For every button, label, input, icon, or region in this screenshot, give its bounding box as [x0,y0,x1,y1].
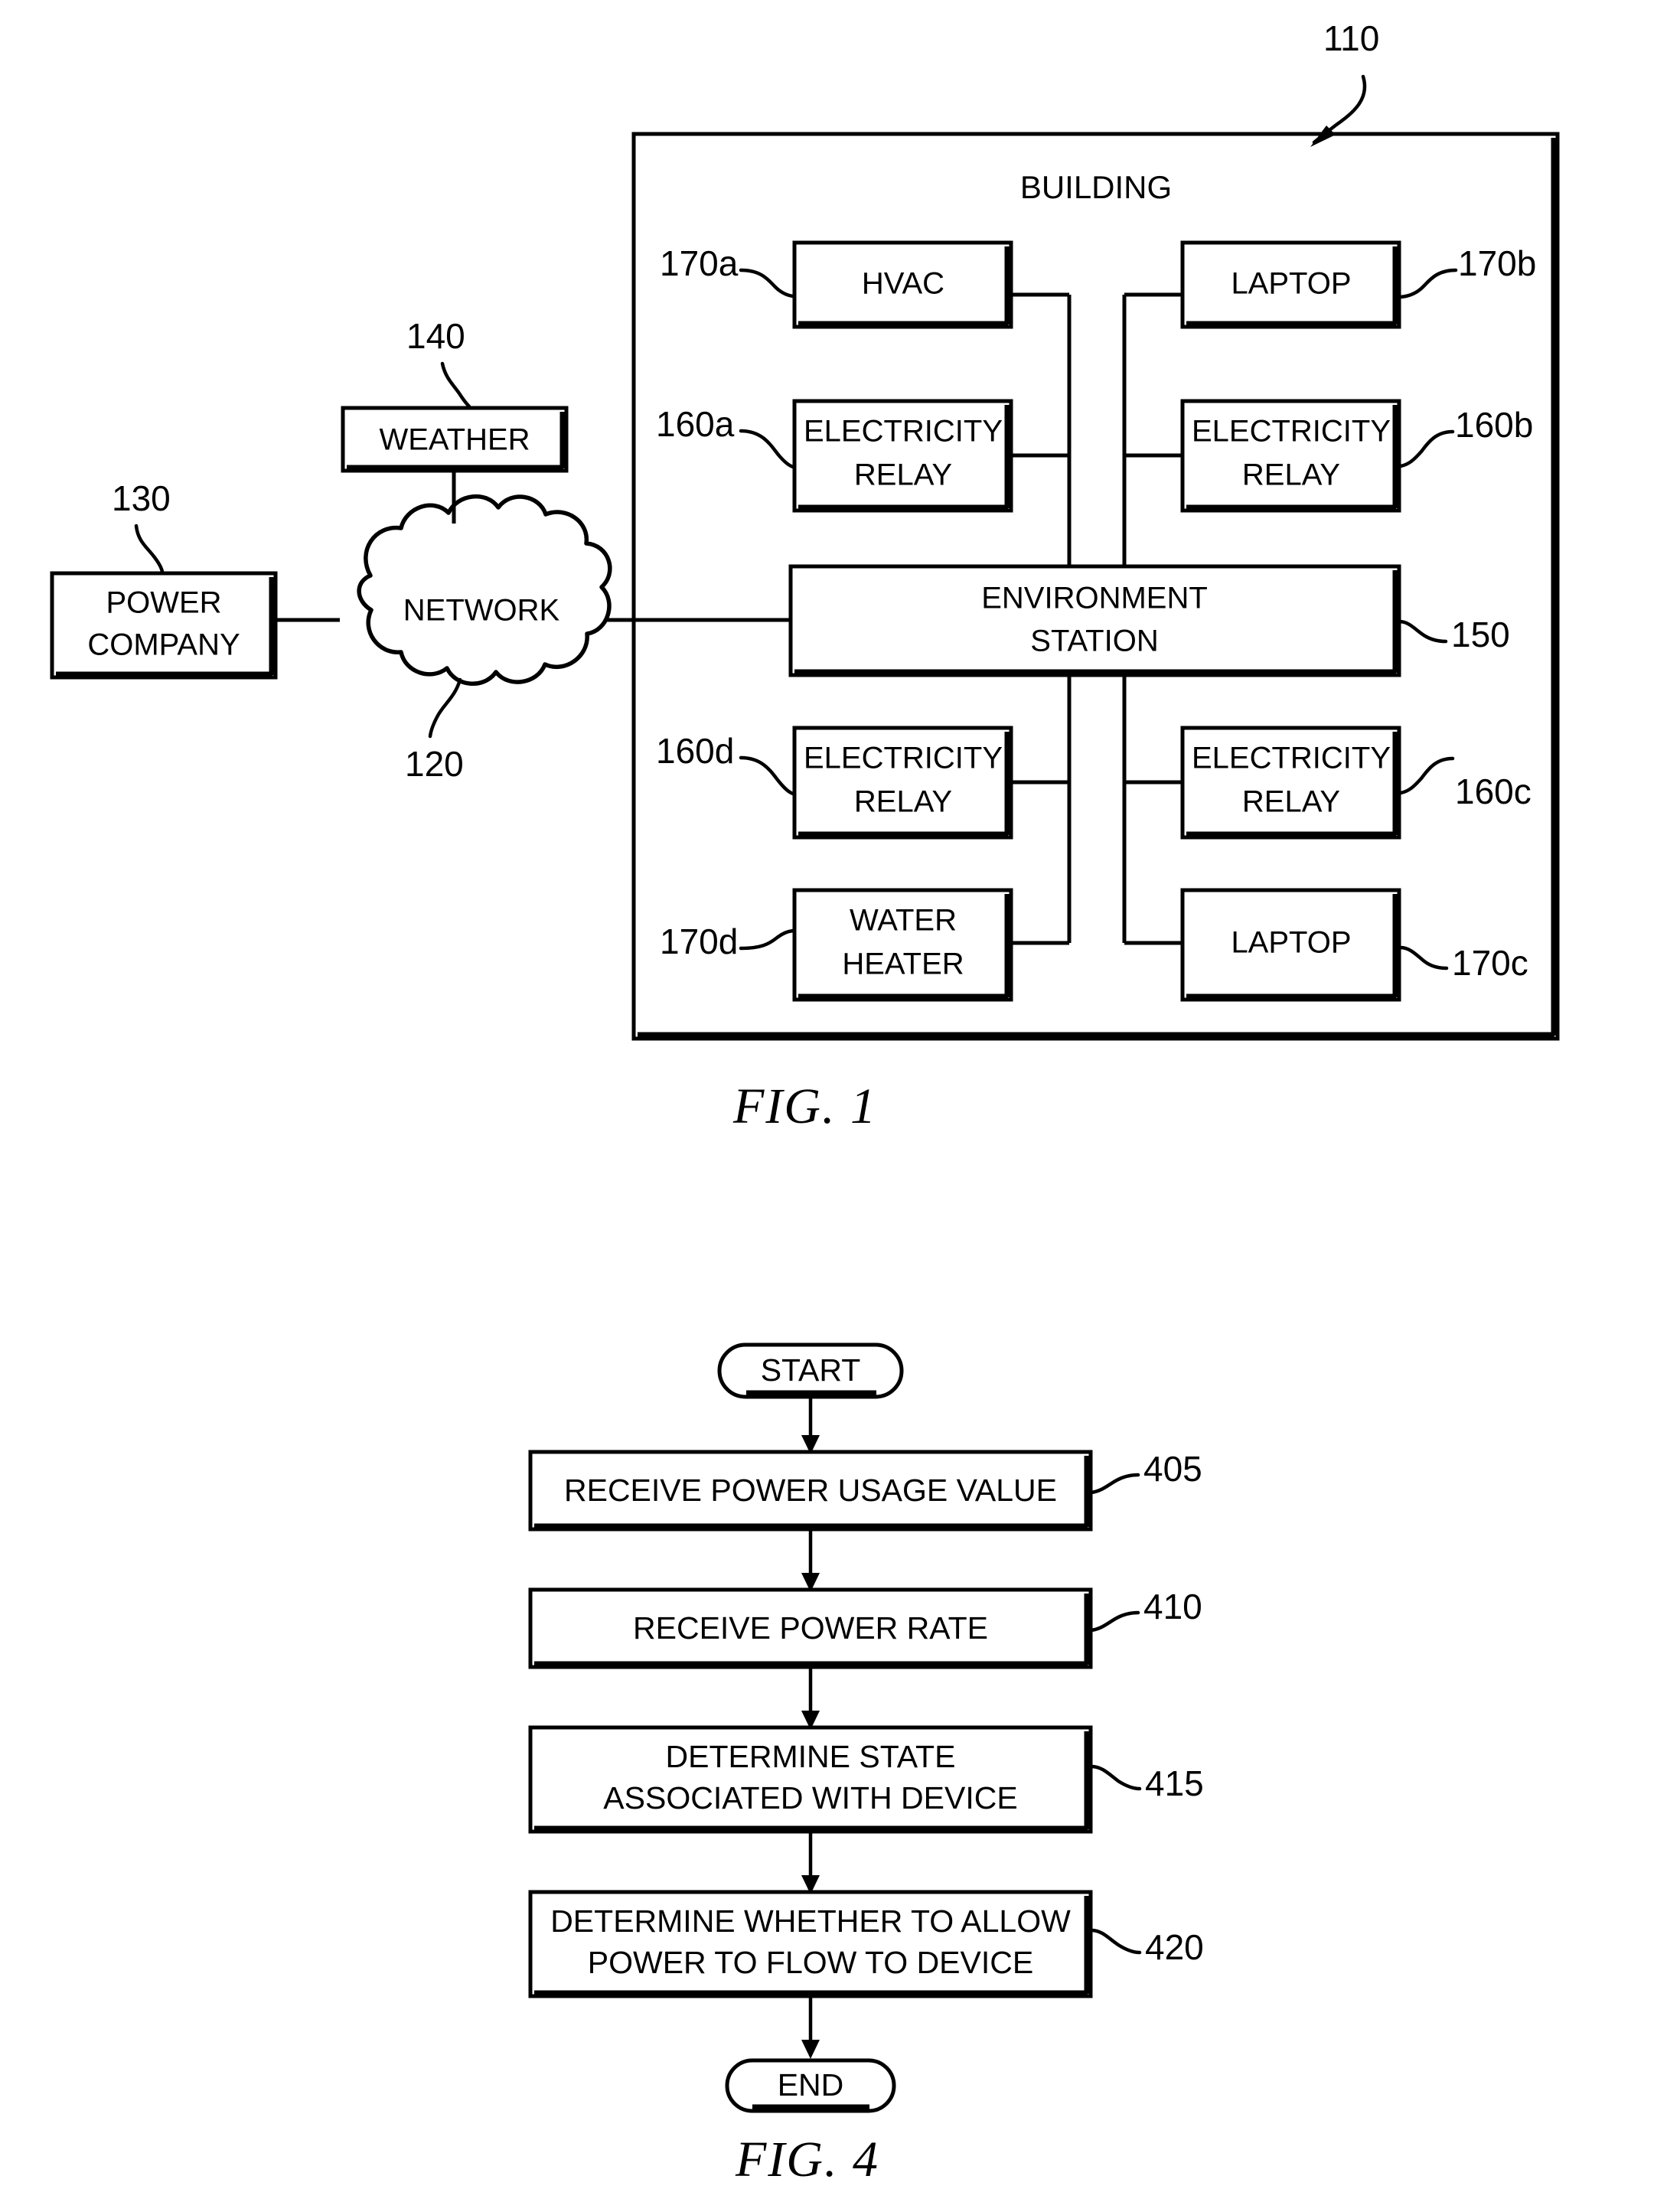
node-relay-a: ELECTRICITY RELAY [792,399,1013,513]
ref-140-leader [440,361,471,409]
ref-120-leader [428,677,462,739]
ref-160d-label: 160d [656,731,734,771]
ref-120-label: 120 [405,744,464,784]
node-power-company-label-1: POWER [106,586,221,620]
node-power-company-label-2: COMPANY [87,628,240,662]
flow-step-420-line2: POWER TO FLOW TO DEVICE [588,1945,1033,1980]
node-relay-d-label-2: RELAY [854,785,952,819]
node-environment-station-label-1: ENVIRONMENT [981,582,1208,615]
flow-step-420: DETERMINE WHETHER TO ALLOW POWER TO FLOW… [528,1890,1093,1998]
node-relay-c-label-1: ELECTRICITY [1192,742,1391,775]
node-hvac-label: HVAC [862,267,944,301]
ref-170b-label: 170b [1458,243,1536,283]
node-weather: WEATHER [341,406,569,473]
ref-415-label: 415 [1145,1763,1204,1803]
ref-420-leader [1089,1928,1142,1955]
flow-step-420-line1: DETERMINE WHETHER TO ALLOW [550,1904,1071,1939]
node-relay-c: ELECTRICITY RELAY [1180,726,1401,840]
node-relay-d-label-1: ELECTRICITY [804,742,1003,775]
node-environment-station-label-2: STATION [1030,625,1158,658]
node-laptop-c: LAPTOP [1180,888,1401,1002]
node-environment-station: ENVIRONMENT STATION [788,564,1401,677]
ref-160c-label: 160c [1455,772,1532,811]
ref-405-label: 405 [1143,1449,1202,1489]
flow-step-415-line1: DETERMINE STATE [666,1739,956,1774]
node-laptop-b: LAPTOP [1180,240,1401,329]
flow-step-405-line1: RECEIVE POWER USAGE VALUE [564,1473,1057,1508]
ref-410-leader [1089,1610,1140,1633]
node-laptop-b-label: LAPTOP [1231,267,1351,301]
node-water-heater-label-2: HEATER [842,948,964,981]
node-network-cloud: NETWORK [357,494,612,686]
flow-arrow-410-to-415 [801,1667,820,1730]
node-relay-a-label-2: RELAY [854,458,952,492]
flow-step-410-line1: RECEIVE POWER RATE [633,1610,988,1646]
flow-arrow-415-to-420 [801,1832,820,1894]
node-laptop-c-label: LAPTOP [1231,926,1351,960]
flow-arrow-start-to-405 [801,1397,820,1454]
figure-1-caption: FIG. 1 [732,1078,877,1134]
ref-140-label: 140 [406,316,465,356]
ref-160a-label: 160a [656,404,735,444]
ref-170a-label: 170a [660,243,739,283]
flow-step-415-line2: ASSOCIATED WITH DEVICE [603,1780,1017,1815]
node-relay-b: ELECTRICITY RELAY [1180,399,1401,513]
node-relay-a-label-1: ELECTRICITY [804,415,1003,449]
flow-start-label: START [761,1352,861,1388]
node-water-heater-label-1: WATER [850,904,957,938]
ref-170d-label: 170d [660,922,738,961]
ref-130-leader [134,524,165,574]
figure-1-group: BUILDING 110 HVAC 170a LAPTOP 170b ELECT… [50,18,1560,1134]
ref-170c-label: 170c [1452,943,1528,983]
node-water-heater: WATER HEATER [792,888,1013,1002]
ref-110-label: 110 [1323,18,1379,58]
flow-step-410: RECEIVE POWER RATE [528,1587,1093,1669]
ref-160b-label: 160b [1455,405,1533,445]
patent-drawing-sheet: BUILDING 110 HVAC 170a LAPTOP 170b ELECT… [0,0,1680,2202]
ref-150-label: 150 [1451,615,1510,654]
flow-end-label: END [778,2067,844,2103]
node-relay-d: ELECTRICITY RELAY [792,726,1013,840]
flow-step-415: DETERMINE STATE ASSOCIATED WITH DEVICE [528,1725,1093,1834]
node-relay-b-label-2: RELAY [1242,458,1340,492]
flow-arrow-420-to-end [801,1996,820,2059]
figure-canvas: BUILDING 110 HVAC 170a LAPTOP 170b ELECT… [50,18,1560,2187]
ref-420-label: 420 [1145,1927,1204,1967]
flow-arrow-405-to-410 [801,1529,820,1592]
ref-410-label: 410 [1143,1587,1202,1626]
building-title: BUILDING [1020,169,1172,205]
flow-end-terminator: END [725,2058,896,2113]
flow-start-terminator: START [717,1342,904,1399]
ref-415-leader [1089,1764,1142,1791]
ref-405-leader [1089,1473,1140,1495]
ref-130-label: 130 [112,478,171,518]
node-hvac: HVAC [792,240,1013,329]
node-relay-b-label-1: ELECTRICITY [1192,415,1391,449]
figure-4-caption: FIG. 4 [735,2132,879,2187]
node-weather-label: WEATHER [379,423,530,457]
flow-step-405: RECEIVE POWER USAGE VALUE [528,1450,1093,1532]
figure-4-group: START RECEIVE POWER USAGE VALUE 405 RECE… [528,1342,1204,2187]
node-network-label: NETWORK [403,594,560,628]
node-relay-c-label-2: RELAY [1242,785,1340,819]
node-power-company: POWER COMPANY [50,571,278,680]
